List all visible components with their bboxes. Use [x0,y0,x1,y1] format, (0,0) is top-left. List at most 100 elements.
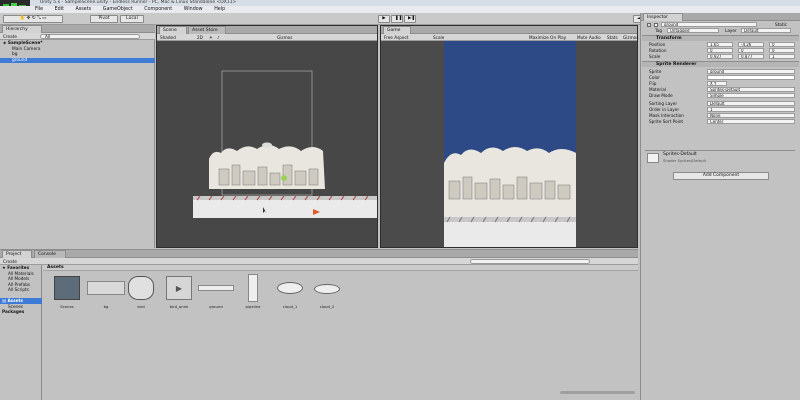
draw-mode-dropdown[interactable]: Simple [707,93,795,98]
scale-slider[interactable]: Scale [433,34,444,41]
scale-y-field[interactable]: 0.877 [738,54,764,59]
thumbnail-size-slider[interactable] [560,391,635,394]
hierarchy-item-ground[interactable]: ground [0,57,155,63]
asset-tile-bird-anim[interactable]: ▶ bird_anim [159,276,199,312]
position-row: Position 1.65 -4.26 0 [645,42,799,48]
static-checkbox[interactable]: Static [775,22,787,28]
asset-tile-scenes[interactable]: Scenes [47,276,87,312]
tab-game[interactable]: Game [383,26,411,34]
material-preview[interactable]: Sprites-Default Shader Sprites/Default [645,150,795,164]
project-create-button[interactable]: Create [3,258,17,265]
rect-tool-icon[interactable]: ▭ [42,16,46,21]
hierarchy-create-button[interactable]: Create [3,33,17,40]
asset-tile-ground[interactable]: ground [196,276,236,312]
asset-tile-cloud-1[interactable]: cloud_1 [270,276,310,312]
scale-row: Scale 0.927 0.877 1 [645,54,799,60]
step-button[interactable]: ▶❚ [404,15,416,23]
project-folder-tree: ★ Favorites All Materials All Models All… [0,265,42,400]
order-in-layer-field[interactable]: 1 [707,107,795,112]
tab-hierarchy[interactable]: Hierarchy [2,25,42,33]
game-gizmos-dropdown[interactable]: Gizmos [623,34,638,41]
transform-header[interactable]: Transform [642,35,799,41]
asset-tile-pipeline[interactable]: pipeline [233,274,273,312]
move-tool-icon[interactable]: ✥ [27,16,31,21]
transform-tools[interactable]: ✋ ✥ ↻ ⤡ ▭ [3,15,63,23]
stats-toggle[interactable]: Stats [607,34,618,41]
asset-name: cloud_2 [319,304,335,309]
tree-packages[interactable]: Packages [0,309,42,315]
inspector-panel: Inspector ground Static Tag Untagged Lay… [640,13,800,400]
asset-tile-cloud-2[interactable]: cloud_2 [307,276,347,312]
menu-file[interactable]: File [30,6,48,13]
project-search-input[interactable] [470,259,590,264]
tab-scene[interactable]: Scene [159,26,187,34]
play-button[interactable]: ▶ [378,15,390,23]
add-component-button[interactable]: Add Component [673,172,769,180]
scale-tool-icon[interactable]: ⤡ [37,16,41,21]
sprite-field[interactable]: ground [707,69,795,74]
tab-console[interactable]: Console [34,250,66,258]
breadcrumb: Assets [43,265,638,271]
asset-tile-bird[interactable]: bird [121,276,161,312]
pause-button[interactable]: ❚❚ [391,15,403,23]
rotation-y-field[interactable]: 0 [738,48,764,53]
tree-all-scripts[interactable]: All Scripts [0,287,42,293]
rotation-x-field[interactable]: 0 [707,48,733,53]
2d-toggle[interactable]: 2D [197,34,203,41]
scene-label: SampleScene* [7,41,43,46]
hierarchy-tabbar: Hierarchy [0,25,155,33]
lighting-toggle-icon[interactable]: ☀ [209,34,213,41]
position-y-field[interactable]: -4.26 [738,42,764,47]
color-row: Color [645,75,799,81]
shading-mode-dropdown[interactable]: Shaded [160,34,176,41]
scene-viewport[interactable] [157,41,377,247]
mute-audio-toggle[interactable]: Mute Audio [577,34,601,41]
position-x-field[interactable]: 1.65 [707,42,733,47]
mask-interaction-dropdown[interactable]: None [707,113,795,118]
material-field[interactable]: Sprites-Default [707,87,795,92]
menu-help[interactable]: Help [209,6,230,13]
project-toolbar: Create [0,258,638,265]
hierarchy-panel: Hierarchy Create All ◈ SampleScene* Main… [0,25,155,248]
tab-asset-store[interactable]: Asset Store [188,26,226,34]
sprite-sort-point-dropdown[interactable]: Center [707,119,795,124]
menu-assets[interactable]: Assets [71,6,97,13]
tab-project[interactable]: Project [2,250,32,258]
color-label: Color [649,75,660,80]
tag-dropdown[interactable]: Untagged [667,28,719,33]
flip-toggles[interactable]: X Y [707,81,727,86]
color-swatch[interactable] [707,75,795,80]
hierarchy-search-input[interactable]: All [40,34,140,39]
breadcrumb-assets[interactable]: Assets [47,265,64,271]
hand-tool-icon[interactable]: ✋ [20,16,26,21]
rotation-label: Rotation [649,48,667,53]
object-name-field[interactable]: ground [661,22,757,27]
rotation-row: Rotation 0 0 0 [645,48,799,54]
position-z-field[interactable]: 0 [769,42,795,47]
maximize-on-play-toggle[interactable]: Maximize On Play [529,34,566,41]
inspector-tabbar: Inspector [641,13,800,21]
active-checkbox[interactable] [654,23,658,27]
scale-z-field[interactable]: 1 [769,54,795,59]
scene-icon: ◈ [3,41,7,46]
tab-inspector[interactable]: Inspector [643,13,683,21]
scene-tabbar: Scene Asset Store [157,26,377,34]
layer-dropdown[interactable]: Default [741,28,791,33]
local-toggle[interactable]: Local [120,15,144,23]
scene-panel: Scene Asset Store Shaded 2D ☀ ♪ Gizmos [156,25,378,248]
audio-toggle-icon[interactable]: ♪ [217,34,220,41]
game-viewport[interactable] [381,41,637,247]
menu-edit[interactable]: Edit [50,6,69,13]
resolution-dropdown[interactable]: Free Aspect [384,34,408,41]
scene-gizmos-dropdown[interactable]: Gizmos [277,34,292,41]
menu-component[interactable]: Component [139,6,177,13]
sprite-renderer-header[interactable]: Sprite Renderer [642,61,799,67]
rotation-z-field[interactable]: 0 [769,48,795,53]
pivot-toggle[interactable]: Pivot [90,15,118,23]
menu-gameobject[interactable]: GameObject [98,6,138,13]
scale-x-field[interactable]: 0.927 [707,54,733,59]
rotate-tool-icon[interactable]: ↻ [32,16,36,21]
sorting-layer-dropdown[interactable]: Default [707,101,795,106]
menu-window[interactable]: Window [179,6,208,13]
material-preview-shader: Shader Sprites/Default [663,158,707,163]
